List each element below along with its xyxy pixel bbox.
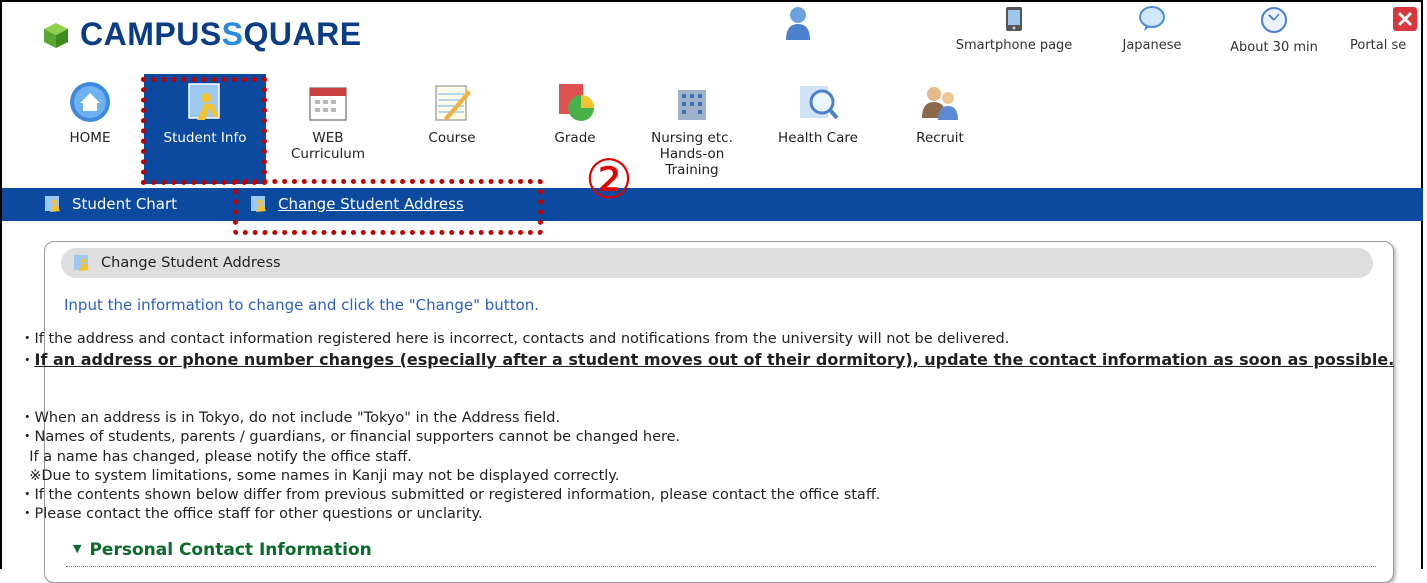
close-portal-icon [1393, 7, 1417, 31]
subnav-student-chart[interactable]: Student Chart [44, 195, 177, 213]
list-item: ・If the contents shown below differ from… [20, 487, 881, 504]
building-icon [678, 90, 706, 120]
list-item: ・When an address is in Tokyo, do not inc… [20, 410, 561, 426]
smartphone-icon [1006, 7, 1022, 31]
guideline-list: ・When an address is in Tokyo, do not inc… [20, 409, 1400, 525]
cube-logo-icon [44, 22, 68, 48]
panel-header: Change Student Address [61, 248, 1373, 278]
highlight-change-address [233, 179, 543, 235]
list-item: ・Please contact the office staff for oth… [20, 506, 483, 523]
list-item: ※Due to system limitations, some names i… [20, 467, 620, 484]
note-update-contact: ・If an address or phone number changes (… [20, 349, 1395, 369]
panel-title: Change Student Address [101, 255, 281, 271]
panel-title-icon [74, 255, 89, 271]
instruction-lead: Input the information to change and clic… [64, 296, 540, 314]
campussquare-logo[interactable]: CAMPUSSQUARE [42, 16, 362, 53]
clock-icon [1261, 7, 1287, 33]
step-callout-2: ② [584, 148, 634, 211]
nav-course[interactable]: Course [400, 74, 504, 146]
section-divider [66, 566, 1376, 567]
portal-link[interactable]: Portal se [1350, 6, 1427, 53]
nav-health-care[interactable]: Health Care [766, 74, 870, 146]
logo-text: CAMPUSSQUARE [80, 16, 362, 52]
nav-web-curriculum[interactable]: WEB Curriculum [276, 74, 380, 162]
speech-bubble-icon [1139, 6, 1165, 31]
nav-grade[interactable]: Grade [523, 74, 627, 146]
calendar-icon [309, 87, 347, 121]
section-personal-contact[interactable]: ▼ Personal Contact Information [73, 540, 372, 560]
list-item: ・Names of students, parents / guardians,… [20, 429, 681, 446]
notepad-icon [435, 85, 471, 121]
important-notes: ・If the address and contact information … [20, 330, 1400, 371]
note-incorrect-info: ・If the address and contact information … [20, 331, 1010, 347]
nav-home[interactable]: HOME [38, 74, 142, 146]
japanese-link[interactable]: Japanese [1112, 6, 1192, 53]
highlight-student-info [141, 77, 267, 185]
session-time-link[interactable]: About 30 min [1215, 6, 1333, 55]
collapse-triangle-icon: ▼ [73, 542, 82, 555]
list-item: If a name has changed, please notify the… [20, 448, 412, 465]
magnifier-icon [800, 86, 839, 120]
student-chart-icon [45, 196, 60, 212]
smartphone-page-link[interactable]: Smartphone page [938, 6, 1090, 53]
people-icon [922, 87, 958, 120]
nav-recruit[interactable]: Recruit [888, 74, 992, 146]
pie-chart-icon [559, 84, 594, 121]
nav-nursing-training[interactable]: Nursing etc. Hands-on Training [640, 74, 744, 178]
sub-navigation-bar [2, 188, 1423, 221]
home-icon [70, 82, 110, 122]
user-icon[interactable] [785, 6, 811, 40]
